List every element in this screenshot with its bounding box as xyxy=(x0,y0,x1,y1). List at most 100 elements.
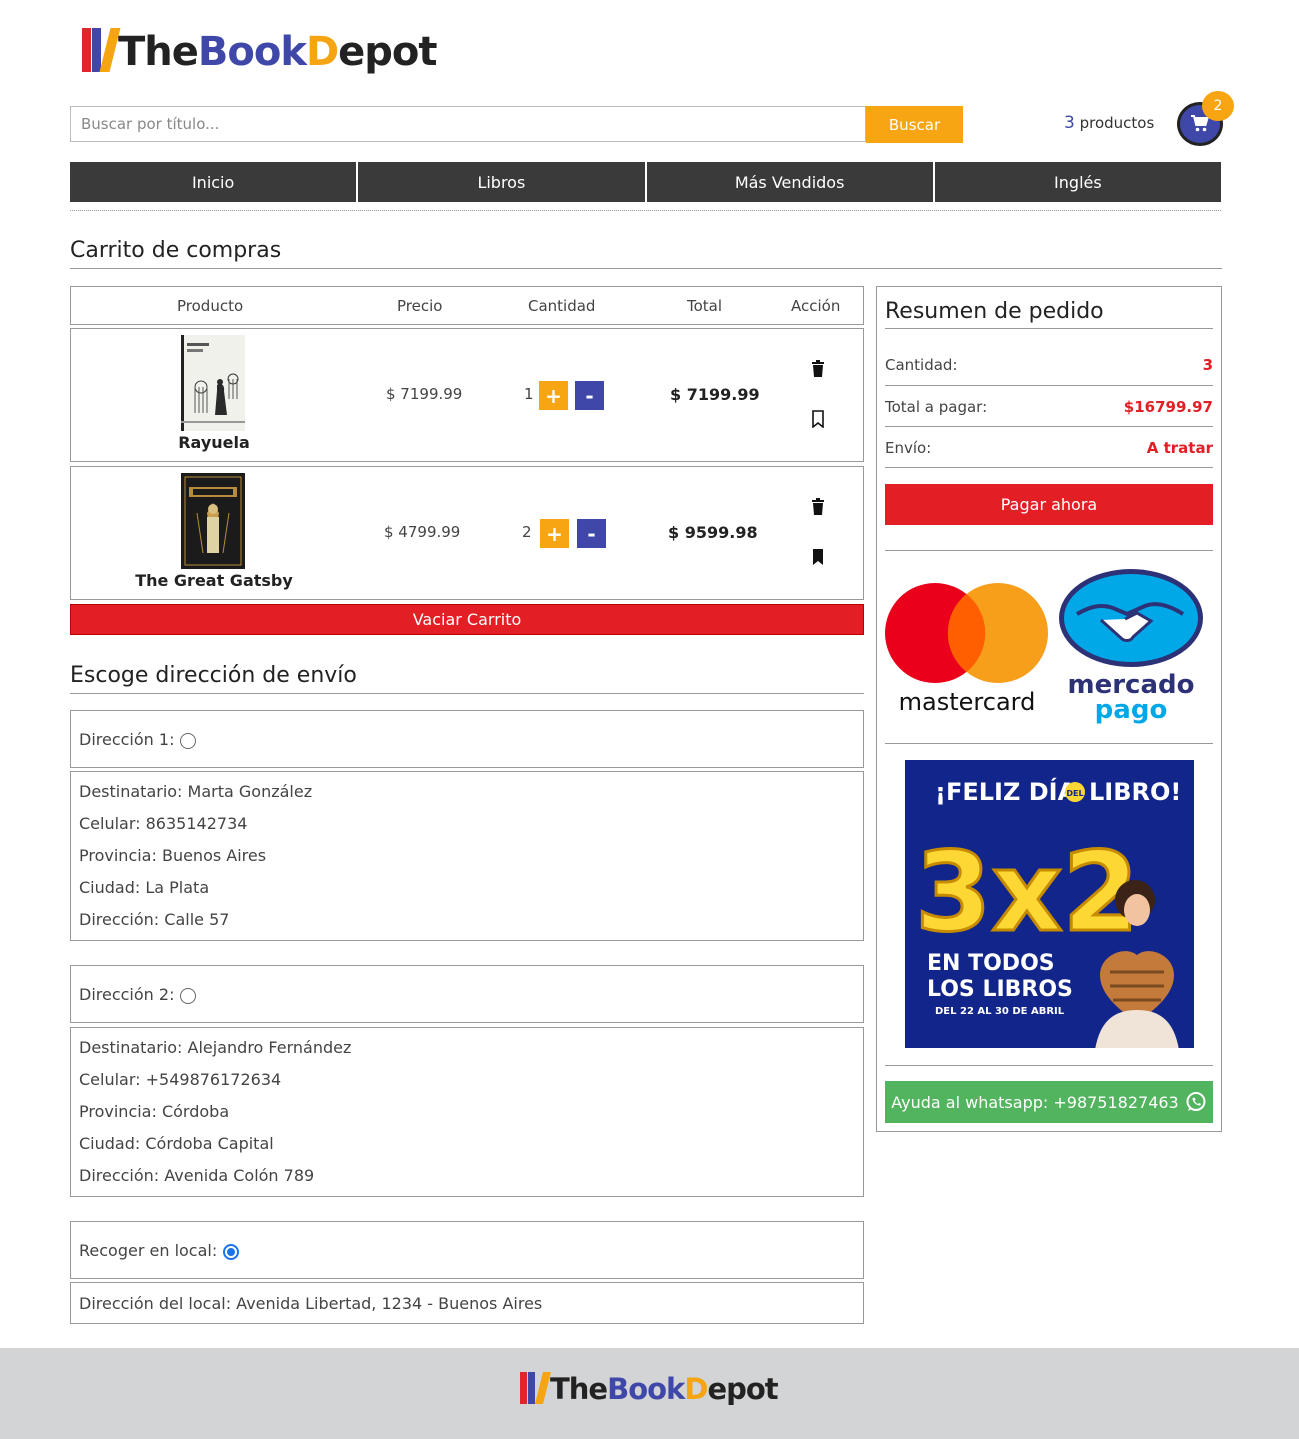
mastercard-wordmark: mastercard xyxy=(899,688,1036,716)
book-title[interactable]: The Great Gatsby xyxy=(71,571,357,590)
address-option-1[interactable]: Dirección 1: xyxy=(70,710,864,768)
address-line: Destinatario: Marta González xyxy=(79,782,313,801)
address-details-1: Destinatario: Marta González Celular: 86… xyxy=(70,771,864,941)
logo-text-the: The xyxy=(118,29,199,75)
logo-text-book: Book xyxy=(197,29,307,75)
cart-count-number: 3 xyxy=(1064,113,1075,133)
address-line: Destinatario: Alejandro Fernández xyxy=(79,1038,352,1057)
bookmark-filled-icon[interactable] xyxy=(809,548,827,566)
promo-line-1: EN TODOS xyxy=(927,951,1055,976)
item-price: $ 4799.99 xyxy=(384,523,461,541)
address-line: Celular: 8635142734 xyxy=(79,814,248,833)
book-cover-rayuela[interactable] xyxy=(181,335,245,431)
address-2-radio[interactable] xyxy=(180,987,197,1004)
promo-banner[interactable]: ¡FELIZ DÍA DEL LIBRO! 3x2 EN TODOS LOS L… xyxy=(905,760,1194,1048)
order-summary: Resumen de pedido Cantidad: 3 Total a pa… xyxy=(876,286,1222,1132)
item-quantity: 1 xyxy=(524,385,534,403)
item-price: $ 7199.99 xyxy=(386,385,463,403)
pickup-address-line: Dirección del local: Avenida Libertad, 1… xyxy=(79,1294,543,1313)
decrease-quantity-button[interactable]: - xyxy=(577,519,606,548)
book-cover-the-great-gatsby[interactable] xyxy=(181,473,245,569)
address-line: Ciudad: Córdoba Capital xyxy=(79,1134,274,1153)
summary-quantity-row: Cantidad: 3 xyxy=(885,344,1213,385)
bookmark-outline-icon[interactable] xyxy=(809,410,827,428)
shipping-title: Escoge dirección de envío xyxy=(70,663,357,688)
whatsapp-icon xyxy=(1186,1092,1206,1111)
trash-icon[interactable] xyxy=(809,498,827,516)
promo-heading-1: ¡FELIZ DÍA xyxy=(935,777,1077,806)
promo-illustration: ¡FELIZ DÍA DEL LIBRO! 3x2 EN TODOS LOS L… xyxy=(905,760,1194,1048)
address-option-2[interactable]: Dirección 2: xyxy=(70,965,864,1023)
summary-total-value: $16799.97 xyxy=(1123,398,1213,416)
footer-logo[interactable]: TheBookDepot xyxy=(520,1372,779,1406)
col-header-quantity: Cantidad xyxy=(528,297,596,315)
address-line: Dirección: Calle 57 xyxy=(79,910,230,929)
summary-title: Resumen de pedido xyxy=(885,299,1104,324)
item-total: $ 7199.99 xyxy=(670,385,760,404)
promo-big-text: 3x2 xyxy=(915,828,1139,956)
nav-item-mas-vendidos[interactable]: Más Vendidos xyxy=(646,162,935,202)
cart-row: Rayuela $ 7199.99 1 + - $ 7199.99 xyxy=(70,328,864,462)
address-1-radio[interactable] xyxy=(180,732,197,749)
nav-item-ingles[interactable]: Inglés xyxy=(934,162,1221,202)
mercadopago-wordmark-2: pago xyxy=(1095,695,1168,725)
mercadopago-logo: mercado pago xyxy=(1059,569,1203,725)
promo-divider xyxy=(885,1065,1213,1066)
logo-text-book: Book xyxy=(607,1372,685,1406)
summary-shipping-row: Envío: A tratar xyxy=(885,426,1213,467)
search-input[interactable] xyxy=(70,106,866,142)
cart-row: The Great Gatsby $ 4799.99 2 + - $ 9599.… xyxy=(70,466,864,600)
summary-total-row: Total a pagar: $16799.97 xyxy=(885,385,1213,426)
nav-item-inicio[interactable]: Inicio xyxy=(70,162,359,202)
col-header-product: Producto xyxy=(177,297,244,315)
summary-quantity-value: 3 xyxy=(1202,356,1213,374)
increase-quantity-button[interactable]: + xyxy=(539,381,568,410)
cart-title-rule xyxy=(70,268,1222,269)
whatsapp-help-label: Ayuda al whatsapp: +98751827463 xyxy=(891,1092,1179,1112)
cart-table-header: Producto Precio Cantidad Total Acción xyxy=(70,286,864,325)
summary-rows-rule xyxy=(885,467,1213,468)
address-option-label: Dirección 2: xyxy=(79,985,175,1004)
summary-divider xyxy=(885,550,1213,551)
pay-now-button[interactable]: Pagar ahora xyxy=(885,484,1213,525)
logo-text-d: D xyxy=(684,1372,708,1406)
summary-title-rule xyxy=(885,328,1213,329)
trash-icon[interactable] xyxy=(809,360,827,378)
brand-logo[interactable]: TheBookDepot xyxy=(82,28,438,75)
pickup-address: Dirección del local: Avenida Libertad, 1… xyxy=(70,1282,864,1324)
logo-text-d: D xyxy=(305,29,339,75)
nav-item-libros[interactable]: Libros xyxy=(358,162,647,202)
logos-divider xyxy=(885,743,1213,744)
cart-count-label: productos xyxy=(1079,114,1155,132)
address-line: Provincia: Buenos Aires xyxy=(79,846,267,865)
shipping-title-rule xyxy=(70,693,864,694)
whatsapp-help-button[interactable]: Ayuda al whatsapp: +98751827463 xyxy=(885,1081,1213,1123)
search-button[interactable]: Buscar xyxy=(866,106,963,143)
promo-dates: DEL 22 AL 30 DE ABRIL xyxy=(935,1006,1065,1017)
summary-shipping-value: A tratar xyxy=(1146,439,1213,457)
main-nav: Inicio Libros Más Vendidos Inglés xyxy=(70,162,1221,202)
address-line: Ciudad: La Plata xyxy=(79,878,210,897)
empty-cart-button[interactable]: Vaciar Carrito xyxy=(70,604,864,635)
summary-quantity-label: Cantidad: xyxy=(885,356,958,374)
decrease-quantity-button[interactable]: - xyxy=(575,381,604,410)
cart-badge: 2 xyxy=(1202,91,1234,121)
summary-total-label: Total a pagar: xyxy=(885,398,988,416)
increase-quantity-button[interactable]: + xyxy=(540,519,569,548)
promo-line-2: LOS LIBROS xyxy=(927,977,1073,1002)
pickup-radio[interactable] xyxy=(223,1243,240,1260)
col-header-action: Acción xyxy=(791,297,841,315)
promo-heading-small: DEL xyxy=(1066,789,1083,798)
logo-text-epot: epot xyxy=(338,29,437,75)
logo-books-icon xyxy=(82,28,121,72)
logo-text-epot: epot xyxy=(707,1372,778,1406)
col-header-price: Precio xyxy=(397,297,443,315)
address-option-label: Dirección 1: xyxy=(79,730,175,749)
pickup-option[interactable]: Recoger en local: xyxy=(70,1221,864,1279)
logo-books-icon xyxy=(520,1372,551,1404)
summary-shipping-label: Envío: xyxy=(885,439,932,457)
book-title[interactable]: Rayuela xyxy=(71,433,357,452)
address-line: Dirección: Avenida Colón 789 xyxy=(79,1166,315,1185)
pickup-option-label: Recoger en local: xyxy=(79,1241,218,1260)
address-details-2: Destinatario: Alejandro Fernández Celula… xyxy=(70,1027,864,1197)
